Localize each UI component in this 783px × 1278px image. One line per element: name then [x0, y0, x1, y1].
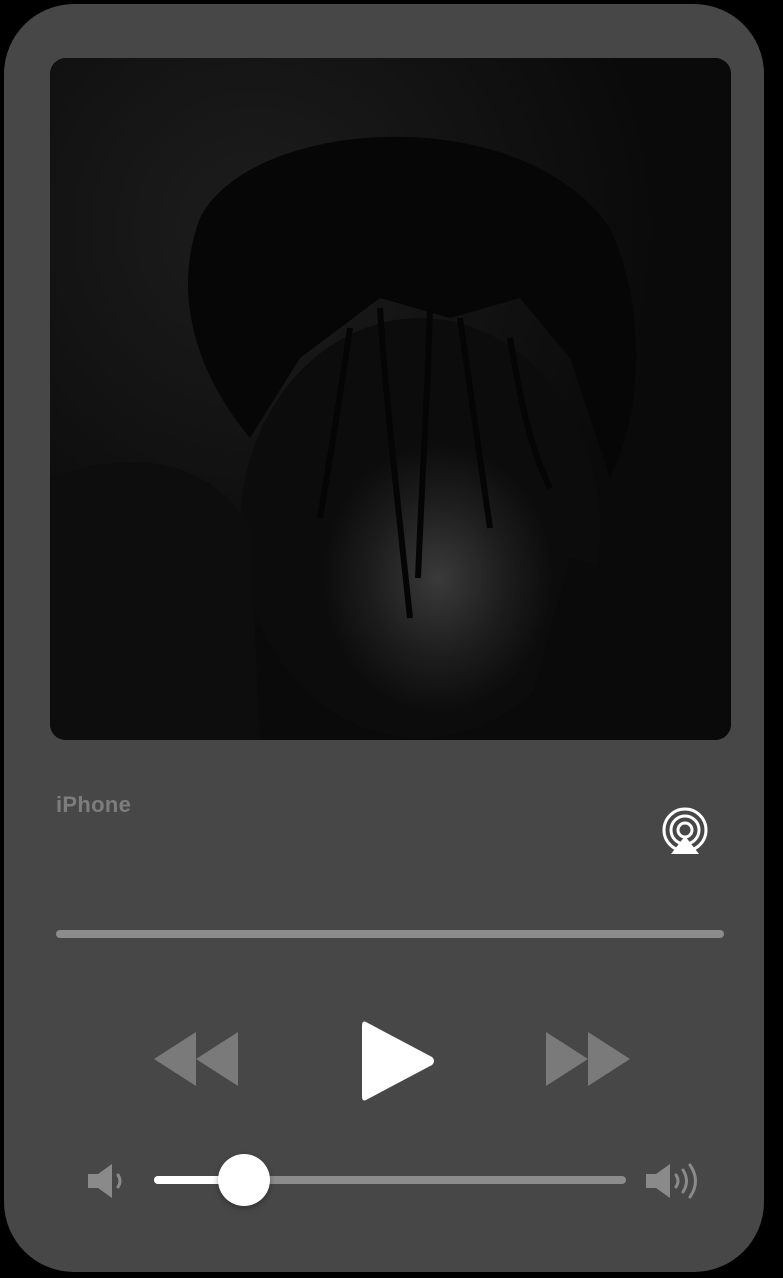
play-icon — [362, 1021, 434, 1101]
output-device-label: iPhone — [56, 792, 132, 817]
volume-slider-thumb[interactable] — [217, 1154, 270, 1206]
volume-slider[interactable] — [154, 1154, 626, 1206]
album-artwork — [50, 58, 731, 740]
fast-forward-button[interactable] — [544, 1032, 630, 1086]
volume-control — [4, 1154, 764, 1214]
fast-forward-icon — [546, 1032, 630, 1086]
album-artwork-image — [50, 58, 731, 740]
rewind-icon — [154, 1032, 238, 1086]
airplay-icon — [662, 807, 708, 854]
airplay-button[interactable] — [659, 806, 711, 858]
rewind-button[interactable] — [154, 1032, 240, 1086]
speaker-low-icon — [86, 1162, 128, 1200]
music-player-card: iPhone — [4, 4, 764, 1272]
speaker-high-icon — [644, 1162, 706, 1200]
play-button[interactable] — [358, 1016, 438, 1106]
playback-progress-bar[interactable] — [56, 930, 724, 938]
